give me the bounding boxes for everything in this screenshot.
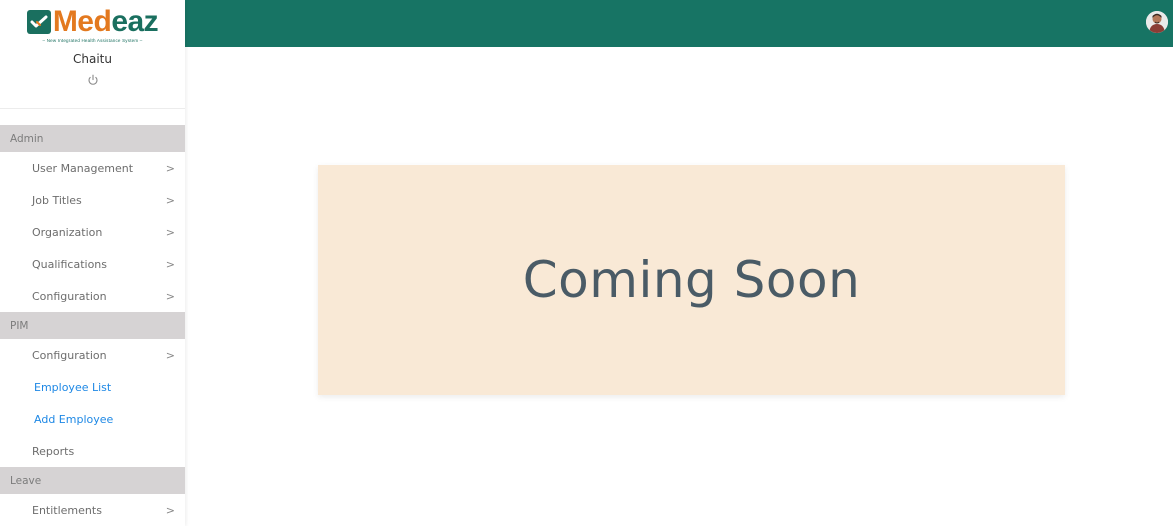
sidebar-item-label: Job Titles (32, 193, 82, 207)
sidebar: Medeaz – New Integrated Health Assistanc… (0, 0, 185, 526)
checkmark-logo-icon (26, 9, 51, 34)
chevron-right-icon: > (165, 503, 175, 517)
user-avatar[interactable] (1146, 11, 1168, 33)
section-admin: Admin (0, 125, 185, 152)
coming-soon-card: Coming Soon (318, 165, 1065, 395)
sidebar-item-entitlements[interactable]: Entitlements > (0, 494, 185, 526)
chevron-right-icon: > (165, 257, 175, 271)
sidebar-item-reports[interactable]: Reports (0, 435, 185, 467)
sidebar-item-job-titles[interactable]: Job Titles > (0, 184, 185, 216)
sidebar-item-user-management[interactable]: User Management > (0, 152, 185, 184)
sidebar-item-qualifications[interactable]: Qualifications > (0, 248, 185, 280)
brand-tagline: – New Integrated Health Assistance Syste… (42, 37, 143, 43)
chevron-right-icon: > (165, 289, 175, 303)
sidebar-item-label: Organization (32, 225, 103, 239)
sidebar-item-admin-configuration[interactable]: Configuration > (0, 280, 185, 312)
logo-row: Medeaz (26, 4, 159, 38)
brand-logo[interactable]: Medeaz – New Integrated Health Assistanc… (0, 0, 185, 47)
sidebar-item-label: User Management (32, 161, 134, 175)
user-block: Chaitu (0, 47, 185, 109)
sidebar-item-pim-configuration[interactable]: Configuration > (0, 339, 185, 371)
coming-soon-message: Coming Soon (522, 251, 861, 309)
sidebar-item-label: Configuration (32, 348, 107, 362)
brand-name-part1: Med (52, 4, 112, 38)
brand-name-part2: eaz (111, 4, 159, 38)
power-icon[interactable] (87, 71, 99, 85)
sidebar-item-label: Employee List (34, 380, 112, 394)
user-name: Chaitu (73, 52, 112, 66)
chevron-right-icon: > (165, 193, 175, 207)
chevron-right-icon: > (165, 161, 175, 175)
sidebar-item-label: Add Employee (34, 412, 114, 426)
sidebar-item-add-employee[interactable]: Add Employee (0, 403, 185, 435)
sidebar-item-label: Qualifications (32, 257, 108, 271)
sidebar-item-label: Configuration (32, 289, 107, 303)
sidebar-item-employee-list[interactable]: Employee List (0, 371, 185, 403)
sidebar-item-organization[interactable]: Organization > (0, 216, 185, 248)
sidebar-item-label: Entitlements (32, 503, 102, 517)
chevron-right-icon: > (165, 348, 175, 362)
chevron-right-icon: > (165, 225, 175, 239)
section-leave: Leave (0, 467, 185, 494)
brand-name: Medeaz (52, 4, 159, 38)
sidebar-item-label: Reports (32, 444, 75, 458)
section-pim: PIM (0, 312, 185, 339)
top-bar (185, 0, 1173, 47)
